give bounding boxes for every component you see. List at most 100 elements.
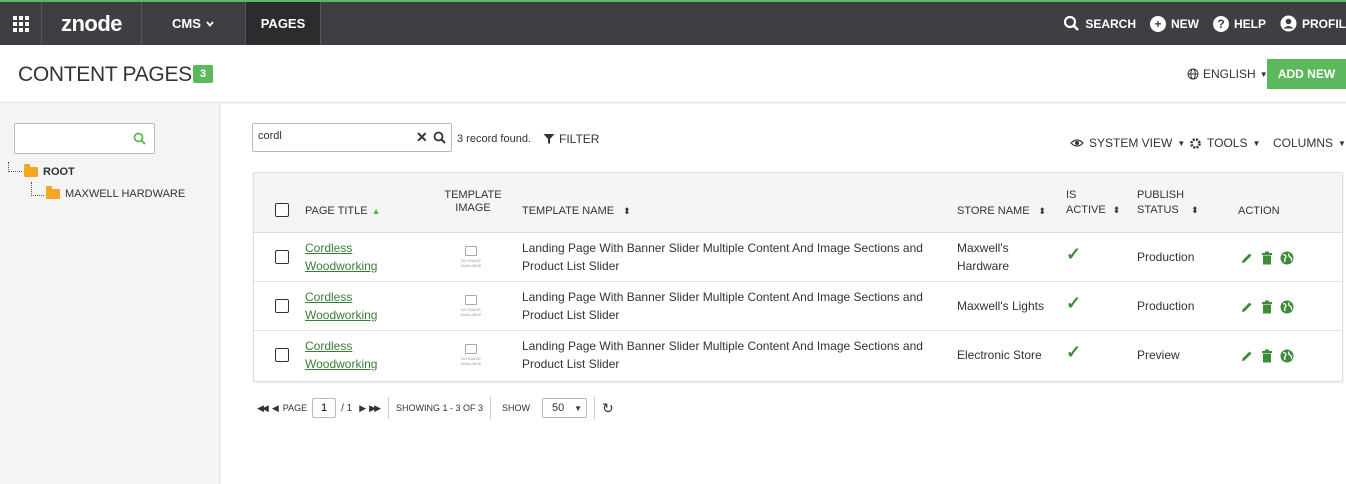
page-number-input[interactable] bbox=[312, 398, 337, 418]
template-image: NO IMAGE AVAILABLE bbox=[456, 292, 486, 320]
column-header-publish-status[interactable]: PUBLISH STATUS ⬍ bbox=[1137, 189, 1199, 216]
language-selector[interactable]: ENGLISH ▼ bbox=[1187, 67, 1268, 81]
edit-icon[interactable] bbox=[1240, 300, 1254, 314]
template-image: NO IMAGE AVAILABLE bbox=[456, 243, 486, 271]
nav-pages[interactable]: PAGES bbox=[246, 2, 321, 45]
search-icon[interactable] bbox=[433, 131, 446, 144]
select-all-checkbox[interactable] bbox=[275, 203, 289, 217]
tools-dropdown[interactable]: TOOLS ▼ bbox=[1189, 136, 1260, 150]
help-link-label: HELP bbox=[1233, 16, 1266, 31]
image-placeholder-icon bbox=[465, 246, 477, 256]
page-title-link[interactable]: Cordless bbox=[305, 337, 377, 355]
first-page-icon[interactable]: ◀◀ bbox=[257, 403, 269, 414]
delete-icon[interactable] bbox=[1261, 349, 1273, 363]
template-name-text: Product List Slider bbox=[522, 308, 620, 322]
table-header: PAGE TITLE ▲ TEMPLATE IMAGE TEMPLATE NAM… bbox=[254, 173, 1342, 233]
caret-down-icon: ▼ bbox=[1177, 138, 1186, 148]
system-view-dropdown[interactable]: SYSTEM VIEW ▼ bbox=[1070, 136, 1185, 150]
page-title-link[interactable]: Woodworking bbox=[305, 355, 377, 373]
column-header-label: ACTIVE bbox=[1066, 204, 1106, 216]
columns-dropdown[interactable]: COLUMNS ▼ bbox=[1273, 136, 1346, 150]
divider bbox=[594, 397, 596, 419]
filter-button[interactable]: FILTER bbox=[543, 132, 599, 146]
page-title-link[interactable]: Cordless bbox=[305, 239, 377, 257]
active-check-icon: ✓ bbox=[1066, 293, 1082, 313]
template-name-text: Landing Page With Banner Slider Multiple… bbox=[522, 290, 923, 304]
language-label: ENGLISH bbox=[1203, 67, 1256, 81]
prev-page-icon[interactable]: ◀ bbox=[272, 403, 279, 414]
profile-link[interactable]: PROFIL bbox=[1280, 15, 1346, 32]
page-size-select[interactable]: 50 ▼ bbox=[542, 398, 588, 418]
edit-icon[interactable] bbox=[1240, 349, 1254, 363]
globe-icon[interactable] bbox=[1280, 300, 1294, 314]
image-placeholder-icon bbox=[465, 295, 477, 305]
tree-node-maxwell-hardware[interactable]: MAXWELL HARDWARE bbox=[46, 186, 185, 200]
page-title-cell[interactable]: Cordless Woodworking bbox=[305, 239, 377, 275]
column-header-template-name[interactable]: TEMPLATE NAME ⬍ bbox=[522, 205, 631, 217]
template-name-text: Landing Page With Banner Slider Multiple… bbox=[522, 339, 923, 353]
top-bar: znode CMS PAGES SEARCH + NEW ? HELP PROF… bbox=[0, 0, 1346, 45]
profile-link-label: PROFIL bbox=[1302, 16, 1346, 31]
filter-icon bbox=[543, 134, 555, 144]
show-label: SHOW bbox=[502, 403, 531, 413]
add-new-button[interactable]: ADD NEW bbox=[1267, 59, 1346, 89]
app-grid-button[interactable] bbox=[0, 2, 42, 45]
page-title-link[interactable]: Woodworking bbox=[305, 257, 377, 275]
active-check-icon: ✓ bbox=[1066, 342, 1082, 362]
caret-down-icon: ▼ bbox=[1338, 138, 1346, 148]
template-name-cell: Landing Page With Banner Slider Multiple… bbox=[522, 239, 923, 275]
globe-icon[interactable] bbox=[1280, 251, 1294, 265]
store-name-text: Maxwell's Lights bbox=[957, 299, 1044, 313]
row-actions bbox=[1240, 300, 1294, 314]
tree-node-label: ROOT bbox=[43, 166, 75, 178]
column-header-action: ACTION bbox=[1238, 205, 1280, 217]
table-row: Cordless Woodworking NO IMAGE AVAILABLE … bbox=[254, 233, 1342, 282]
row-checkbox[interactable] bbox=[275, 348, 289, 362]
search-icon[interactable] bbox=[133, 132, 146, 145]
column-header-page-title[interactable]: PAGE TITLE ▲ bbox=[305, 205, 380, 217]
tree-node-root[interactable]: ROOT bbox=[24, 164, 75, 178]
template-name-text: Landing Page With Banner Slider Multiple… bbox=[522, 241, 923, 255]
delete-icon[interactable] bbox=[1261, 251, 1273, 265]
row-actions bbox=[1240, 251, 1294, 265]
gear-icon bbox=[1190, 137, 1201, 149]
search-link[interactable]: SEARCH bbox=[1063, 15, 1136, 32]
page-title-link[interactable]: Cordless bbox=[305, 288, 377, 306]
new-link[interactable]: + NEW bbox=[1149, 15, 1199, 32]
row-checkbox[interactable] bbox=[275, 250, 289, 264]
row-checkbox[interactable] bbox=[275, 299, 289, 313]
folder-open-icon bbox=[46, 186, 60, 199]
tree-search-input[interactable] bbox=[14, 123, 155, 154]
search-icon bbox=[1064, 15, 1080, 31]
active-check-icon: ✓ bbox=[1066, 244, 1082, 264]
edit-icon[interactable] bbox=[1240, 251, 1254, 265]
help-link[interactable]: ? HELP bbox=[1212, 15, 1266, 32]
column-header-store-name[interactable]: STORE NAME ⬍ bbox=[957, 205, 1046, 217]
store-name-cell: Electronic Store bbox=[957, 346, 1042, 364]
sort-icon: ⬍ bbox=[1038, 205, 1047, 216]
nav-cms[interactable]: CMS bbox=[142, 2, 246, 45]
pagination: ◀◀ ◀ PAGE / 1 ▶ ▶▶ SHOWING 1 - 3 OF 3 SH… bbox=[257, 396, 614, 420]
nav-pages-label: PAGES bbox=[260, 16, 306, 31]
page-title-cell[interactable]: Cordless Woodworking bbox=[305, 337, 377, 373]
globe-icon[interactable] bbox=[1280, 349, 1294, 363]
template-name-text: Product List Slider bbox=[522, 259, 620, 273]
table-row: Cordless Woodworking NO IMAGE AVAILABLE … bbox=[254, 331, 1342, 380]
last-page-icon[interactable]: ▶▶ bbox=[369, 403, 381, 414]
caret-down-icon: ▼ bbox=[1252, 138, 1261, 148]
refresh-icon[interactable]: ↻ bbox=[602, 400, 614, 417]
logo[interactable]: znode bbox=[42, 2, 142, 45]
grid-search-input[interactable] bbox=[258, 130, 408, 142]
page-title-link[interactable]: Woodworking bbox=[305, 306, 377, 324]
column-header-is-active[interactable]: IS ACTIVE ⬍ bbox=[1066, 189, 1120, 216]
column-header-label: IS bbox=[1066, 189, 1077, 201]
next-page-icon[interactable]: ▶ bbox=[359, 403, 366, 414]
template-name-text: Product List Slider bbox=[522, 357, 620, 371]
sort-asc-icon: ▲ bbox=[371, 206, 381, 216]
column-header-label: PUBLISH bbox=[1137, 189, 1185, 201]
clear-icon[interactable]: ✕ bbox=[416, 129, 428, 146]
app-grid-icon bbox=[12, 15, 29, 32]
template-name-cell: Landing Page With Banner Slider Multiple… bbox=[522, 288, 923, 324]
delete-icon[interactable] bbox=[1261, 300, 1273, 314]
page-title-cell[interactable]: Cordless Woodworking bbox=[305, 288, 377, 324]
